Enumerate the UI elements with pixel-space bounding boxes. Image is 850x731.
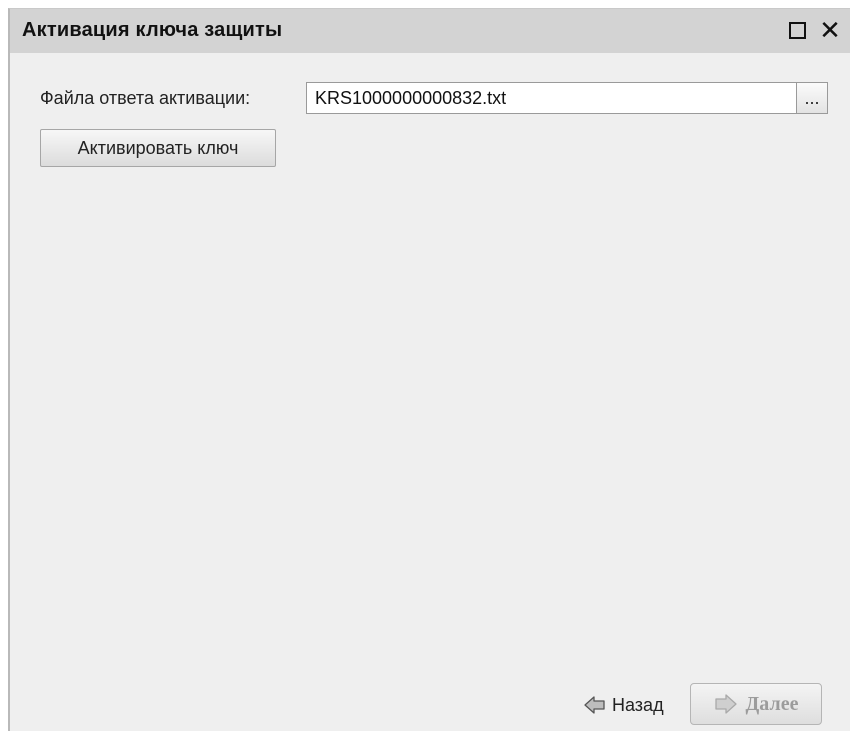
browse-button[interactable]: ... — [796, 82, 828, 114]
activate-key-button[interactable]: Активировать ключ — [40, 129, 276, 167]
maximize-icon — [788, 21, 806, 39]
title-bar: Активация ключа защиты ✕ — [10, 9, 850, 53]
file-input[interactable] — [306, 82, 796, 114]
maximize-button[interactable] — [784, 17, 810, 43]
back-label: Назад — [612, 694, 664, 715]
next-label: Далее — [745, 692, 799, 715]
arrow-right-icon — [714, 694, 737, 714]
back-button[interactable]: Назад — [584, 689, 664, 721]
next-button[interactable]: Далее — [690, 683, 822, 725]
file-label: Файла ответа активации: — [40, 88, 251, 108]
window-title: Активация ключа защиты — [22, 19, 283, 41]
close-icon: ✕ — [819, 15, 841, 45]
close-button[interactable]: ✕ — [816, 17, 844, 43]
arrow-left-icon — [584, 696, 605, 714]
activation-dialog: Активация ключа защиты ✕ Файла ответа ак… — [8, 8, 850, 731]
